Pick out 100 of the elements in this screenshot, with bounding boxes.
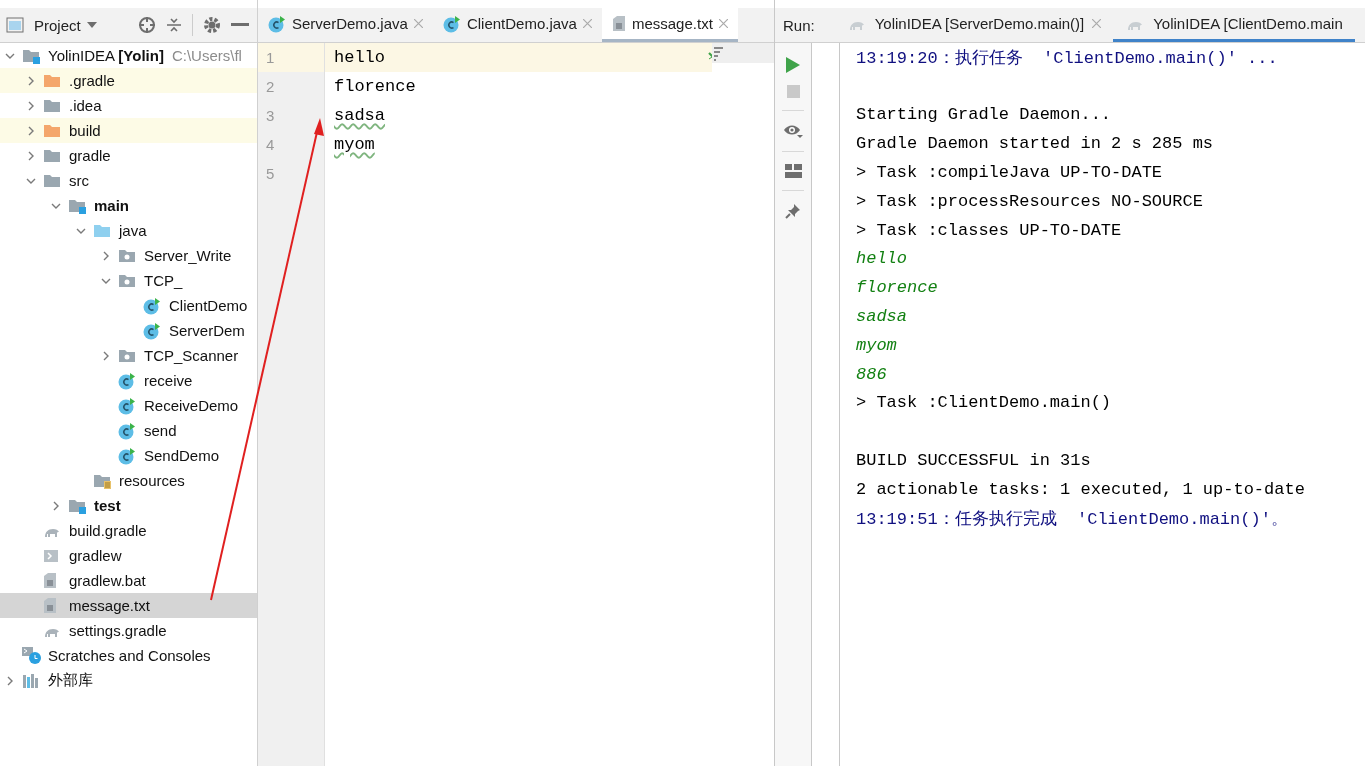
close-icon[interactable] [718,19,728,28]
folder-icon [43,97,61,114]
chevron-right-icon[interactable] [26,100,36,111]
console-line: 13:19:51：任务执行完成 'ClientDemo.main()'。 [856,508,1288,530]
locate-icon[interactable] [138,16,156,34]
console-line: > Task :processResources NO-SOURCE [856,191,1203,211]
chevron-right-icon[interactable] [26,75,36,86]
code-line: myom [334,135,375,156]
tree-item[interactable]: gradlew.bat [0,568,257,593]
console-line: myom [856,335,897,355]
chevron-right-icon[interactable] [26,125,36,136]
tree-item[interactable]: ReceiveDemo [0,393,257,418]
folder-icon [93,222,111,239]
console-line: hello [856,249,907,269]
library-icon [22,672,40,689]
line-number: 3 [266,107,275,124]
tree-item[interactable]: YolinIDEA [Yolin] C:\Users\fl [0,43,257,68]
scratches-icon [22,646,42,665]
structure-icon[interactable] [714,47,724,61]
package-icon [118,347,136,364]
class-icon [118,446,136,465]
tree-item[interactable]: send [0,418,257,443]
code-line: florence [334,77,416,98]
tree-item[interactable]: Scratches and Consoles [0,643,257,668]
code-line: hello [334,48,385,69]
panel-title[interactable]: Project [34,16,81,34]
package-icon [118,272,136,289]
tree-item[interactable]: TCP_ [0,268,257,293]
console-line: > Task :compileJava UP-TO-DATE [856,163,1163,183]
script-file-icon [43,547,59,564]
tree-item[interactable]: .idea [0,93,257,118]
text-file-icon [611,15,626,32]
line-number: 2 [266,78,275,95]
tree-item[interactable]: gradle [0,143,257,168]
run-tab[interactable]: YolinIDEA [ClientDemo.main [1113,8,1355,42]
tree-item[interactable]: SendDemo [0,443,257,468]
tree-item[interactable]: main [0,193,257,218]
chevron-right-icon[interactable] [5,675,15,686]
chevron-right-icon[interactable] [26,150,36,161]
editor-tab[interactable]: ClientDemo.java [432,8,602,42]
chevron-right-icon[interactable] [51,500,61,511]
pin-icon[interactable] [785,203,801,219]
class-icon [143,296,161,315]
folder-icon [43,122,61,139]
tree-item[interactable]: settings.gradle [0,618,257,643]
console-line: 13:19:20：执行任务 'ClientDemo.main()' ... [856,47,1278,69]
line-number: 4 [266,136,275,153]
console-line: 2 actionable tasks: 1 executed, 1 up-to-date [856,479,1305,499]
module-folder-icon [68,497,86,514]
console-line: Starting Gradle Daemon... [856,105,1112,125]
module-folder-icon [68,197,86,214]
tree-item[interactable]: gradlew [0,543,257,568]
panel-icon [6,17,24,33]
settings-icon[interactable] [203,16,221,34]
tree-item[interactable]: .gradle [0,68,257,93]
collapse-icon[interactable] [166,17,182,33]
tree-item[interactable]: build.gradle [0,518,257,543]
tree-item[interactable]: java [0,218,257,243]
class-icon [118,421,136,440]
tree-item[interactable]: message.txt [0,593,257,618]
tree-item[interactable]: resources [0,468,257,493]
tree-item[interactable]: 外部库 [0,668,257,693]
tree-item[interactable]: ServerDem [0,318,257,343]
console-line: > Task :ClientDemo.main() [856,393,1112,413]
module-folder-icon [22,47,40,64]
editor-tab[interactable]: ServerDemo.java [258,8,433,42]
layout-icon[interactable] [784,164,802,178]
tree-item[interactable]: src [0,168,257,193]
folder-icon [43,72,61,89]
run-tab[interactable]: YolinIDEA [ServerDemo.main()] [834,8,1114,42]
package-icon [118,247,136,264]
console-line: 886 [856,364,887,384]
line-number: 5 [266,165,275,182]
caret-icon[interactable] [86,22,97,28]
class-icon [118,396,136,415]
code-line: sadsa [334,106,385,127]
eye-icon[interactable] [783,123,803,139]
tree-item[interactable]: Server_Write [0,243,257,268]
editor-tab[interactable]: message.txt [601,8,738,42]
class-icon [118,371,136,390]
chevron-right-icon[interactable] [101,250,111,261]
folder-icon [43,172,61,189]
text-file-icon [43,572,57,589]
folder-icon [43,147,61,164]
chevron-right-icon[interactable] [101,350,111,361]
console-line: florence [856,278,938,298]
resources-folder-icon [93,472,111,489]
class-icon [442,14,461,33]
console-line: BUILD SUCCESSFUL in 31s [856,451,1091,471]
module-path: C:\Users\fl [171,47,242,64]
tree-item[interactable]: ClientDemo [0,293,257,318]
tree-item[interactable]: build [0,118,257,143]
text-file-icon [43,597,57,614]
tree-item[interactable]: test [0,493,257,518]
class-icon [143,321,161,340]
tree-item[interactable]: TCP_Scanner [0,343,257,368]
play-icon[interactable] [786,57,800,73]
tree-item[interactable]: receive [0,368,257,393]
minimize-icon[interactable] [231,23,249,27]
run-label: Run: [782,15,816,36]
